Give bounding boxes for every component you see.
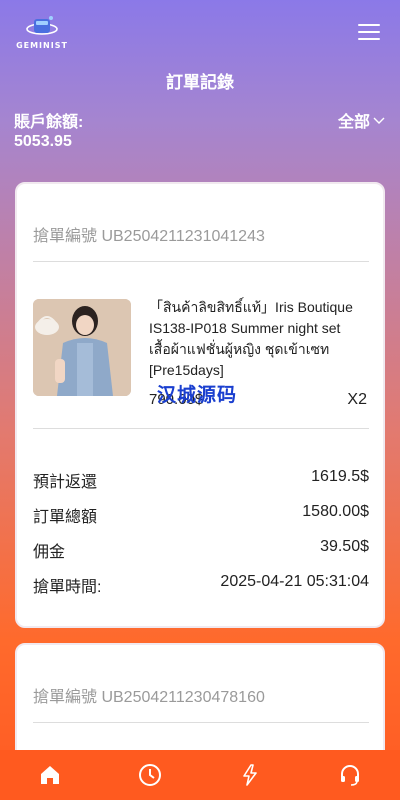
filter-dropdown[interactable]: 全部 bbox=[338, 108, 386, 132]
row-value: 1580.00$ bbox=[302, 503, 369, 520]
watermark-text: 汉城源码 bbox=[157, 385, 238, 406]
row-label: 佣金 bbox=[33, 544, 66, 561]
chevron-down-icon bbox=[373, 117, 385, 124]
lightning-icon bbox=[243, 764, 257, 786]
order-number: 搶單編號 UB2504211231041243 bbox=[33, 228, 265, 245]
logo-icon bbox=[26, 16, 58, 35]
clock-icon bbox=[139, 764, 161, 786]
row-value: 2025-04-21 05:31:04 bbox=[220, 573, 369, 590]
page-title: 訂單記錄 bbox=[166, 73, 234, 92]
row-label: 搶單時間: bbox=[33, 579, 102, 596]
nav-home[interactable] bbox=[30, 755, 70, 795]
row-label: 預計返還 bbox=[33, 474, 98, 491]
order-card[interactable]: 搶單編號 UB2504211231041243 「สินค้าลิขสิทธิ์… bbox=[15, 182, 385, 628]
brand-logo[interactable]: GEMINIST bbox=[16, 14, 68, 54]
commission-row: 佣金 39.50$ bbox=[33, 538, 369, 562]
home-icon bbox=[41, 766, 59, 784]
expected-return-row: 預計返還 1619.5$ bbox=[33, 468, 369, 492]
filter-label: 全部 bbox=[337, 114, 370, 131]
hamburger-menu-icon[interactable] bbox=[358, 22, 382, 42]
product-image[interactable] bbox=[33, 299, 131, 396]
headset-support-icon bbox=[341, 765, 359, 786]
divider bbox=[33, 722, 369, 723]
order-number: 搶單編號 UB2504211230478160 bbox=[33, 689, 265, 706]
order-time-row: 搶單時間: 2025-04-21 05:31:04 bbox=[33, 573, 369, 597]
balance-value: 5053.95 bbox=[14, 133, 72, 150]
balance-label: 賬戶餘額: bbox=[14, 114, 84, 131]
logo-text: GEMINIST bbox=[16, 41, 68, 50]
row-value: 39.50$ bbox=[320, 538, 369, 555]
app-header: GEMINIST 訂單記錄 bbox=[0, 0, 400, 100]
order-total-row: 訂單總額 1580.00$ bbox=[33, 503, 369, 527]
divider bbox=[33, 261, 369, 262]
divider bbox=[33, 428, 369, 429]
row-label: 訂單總額 bbox=[33, 509, 98, 526]
product-name: 「สินค้าลิขสิทธิ์แท้」Iris Boutique IS138-… bbox=[149, 299, 353, 378]
nav-grab[interactable] bbox=[230, 755, 270, 795]
row-value: 1619.5$ bbox=[311, 468, 369, 485]
bottom-nav bbox=[0, 750, 400, 800]
nav-history[interactable] bbox=[130, 755, 170, 795]
nav-support[interactable] bbox=[330, 755, 370, 795]
product-quantity: X2 bbox=[347, 391, 367, 408]
